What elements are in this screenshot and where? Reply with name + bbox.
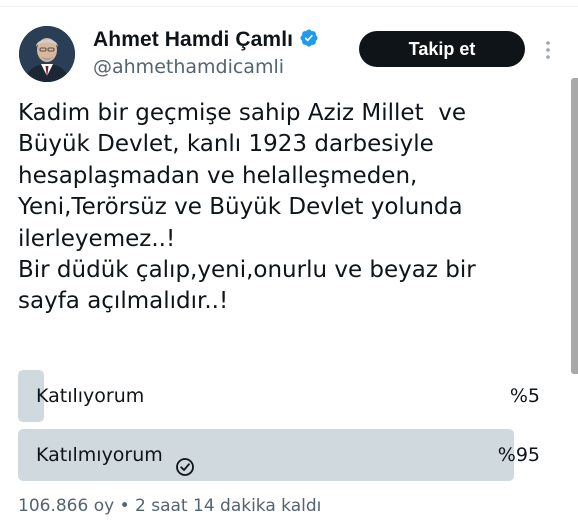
author-handle[interactable]: @ahmethamdicamli [93, 56, 319, 78]
poll-option-label: Katılmıyorum [36, 444, 163, 466]
poll-option-label: Katılıyorum [36, 385, 145, 407]
follow-button[interactable]: Takip et [359, 31, 525, 67]
author-name[interactable]: Ahmet Hamdi Çamlı [93, 28, 293, 52]
poll-meta-separator: • [119, 496, 130, 516]
poll-option-agree[interactable]: Katılıyorum %5 [18, 370, 540, 422]
more-options-icon[interactable] [540, 38, 556, 62]
poll-time-left: 2 saat 14 dakika kaldı [135, 496, 322, 516]
poll: Katılıyorum %5 Katılmıyorum %95 [18, 370, 540, 488]
poll-option-percent: %95 [497, 444, 540, 466]
poll-vote-count: 106.866 oy [18, 496, 115, 516]
author-block: Ahmet Hamdi Çamlı @ahmethamdicamli [93, 28, 319, 78]
avatar[interactable] [19, 26, 75, 82]
top-divider [0, 6, 578, 7]
scrollbar[interactable] [571, 78, 578, 374]
poll-option-disagree[interactable]: Katılmıyorum %95 [18, 429, 540, 481]
verified-badge-icon [299, 28, 319, 52]
tweet-text: Kadim bir geçmişe sahip Aziz Millet ve B… [18, 100, 476, 315]
avatar-photo [19, 26, 75, 82]
poll-option-percent: %5 [509, 385, 540, 407]
poll-meta: 106.866 oy • 2 saat 14 dakika kaldı [18, 496, 321, 516]
poll-option-label-wrap: Katılmıyorum [36, 429, 195, 481]
selected-check-icon [175, 445, 195, 476]
